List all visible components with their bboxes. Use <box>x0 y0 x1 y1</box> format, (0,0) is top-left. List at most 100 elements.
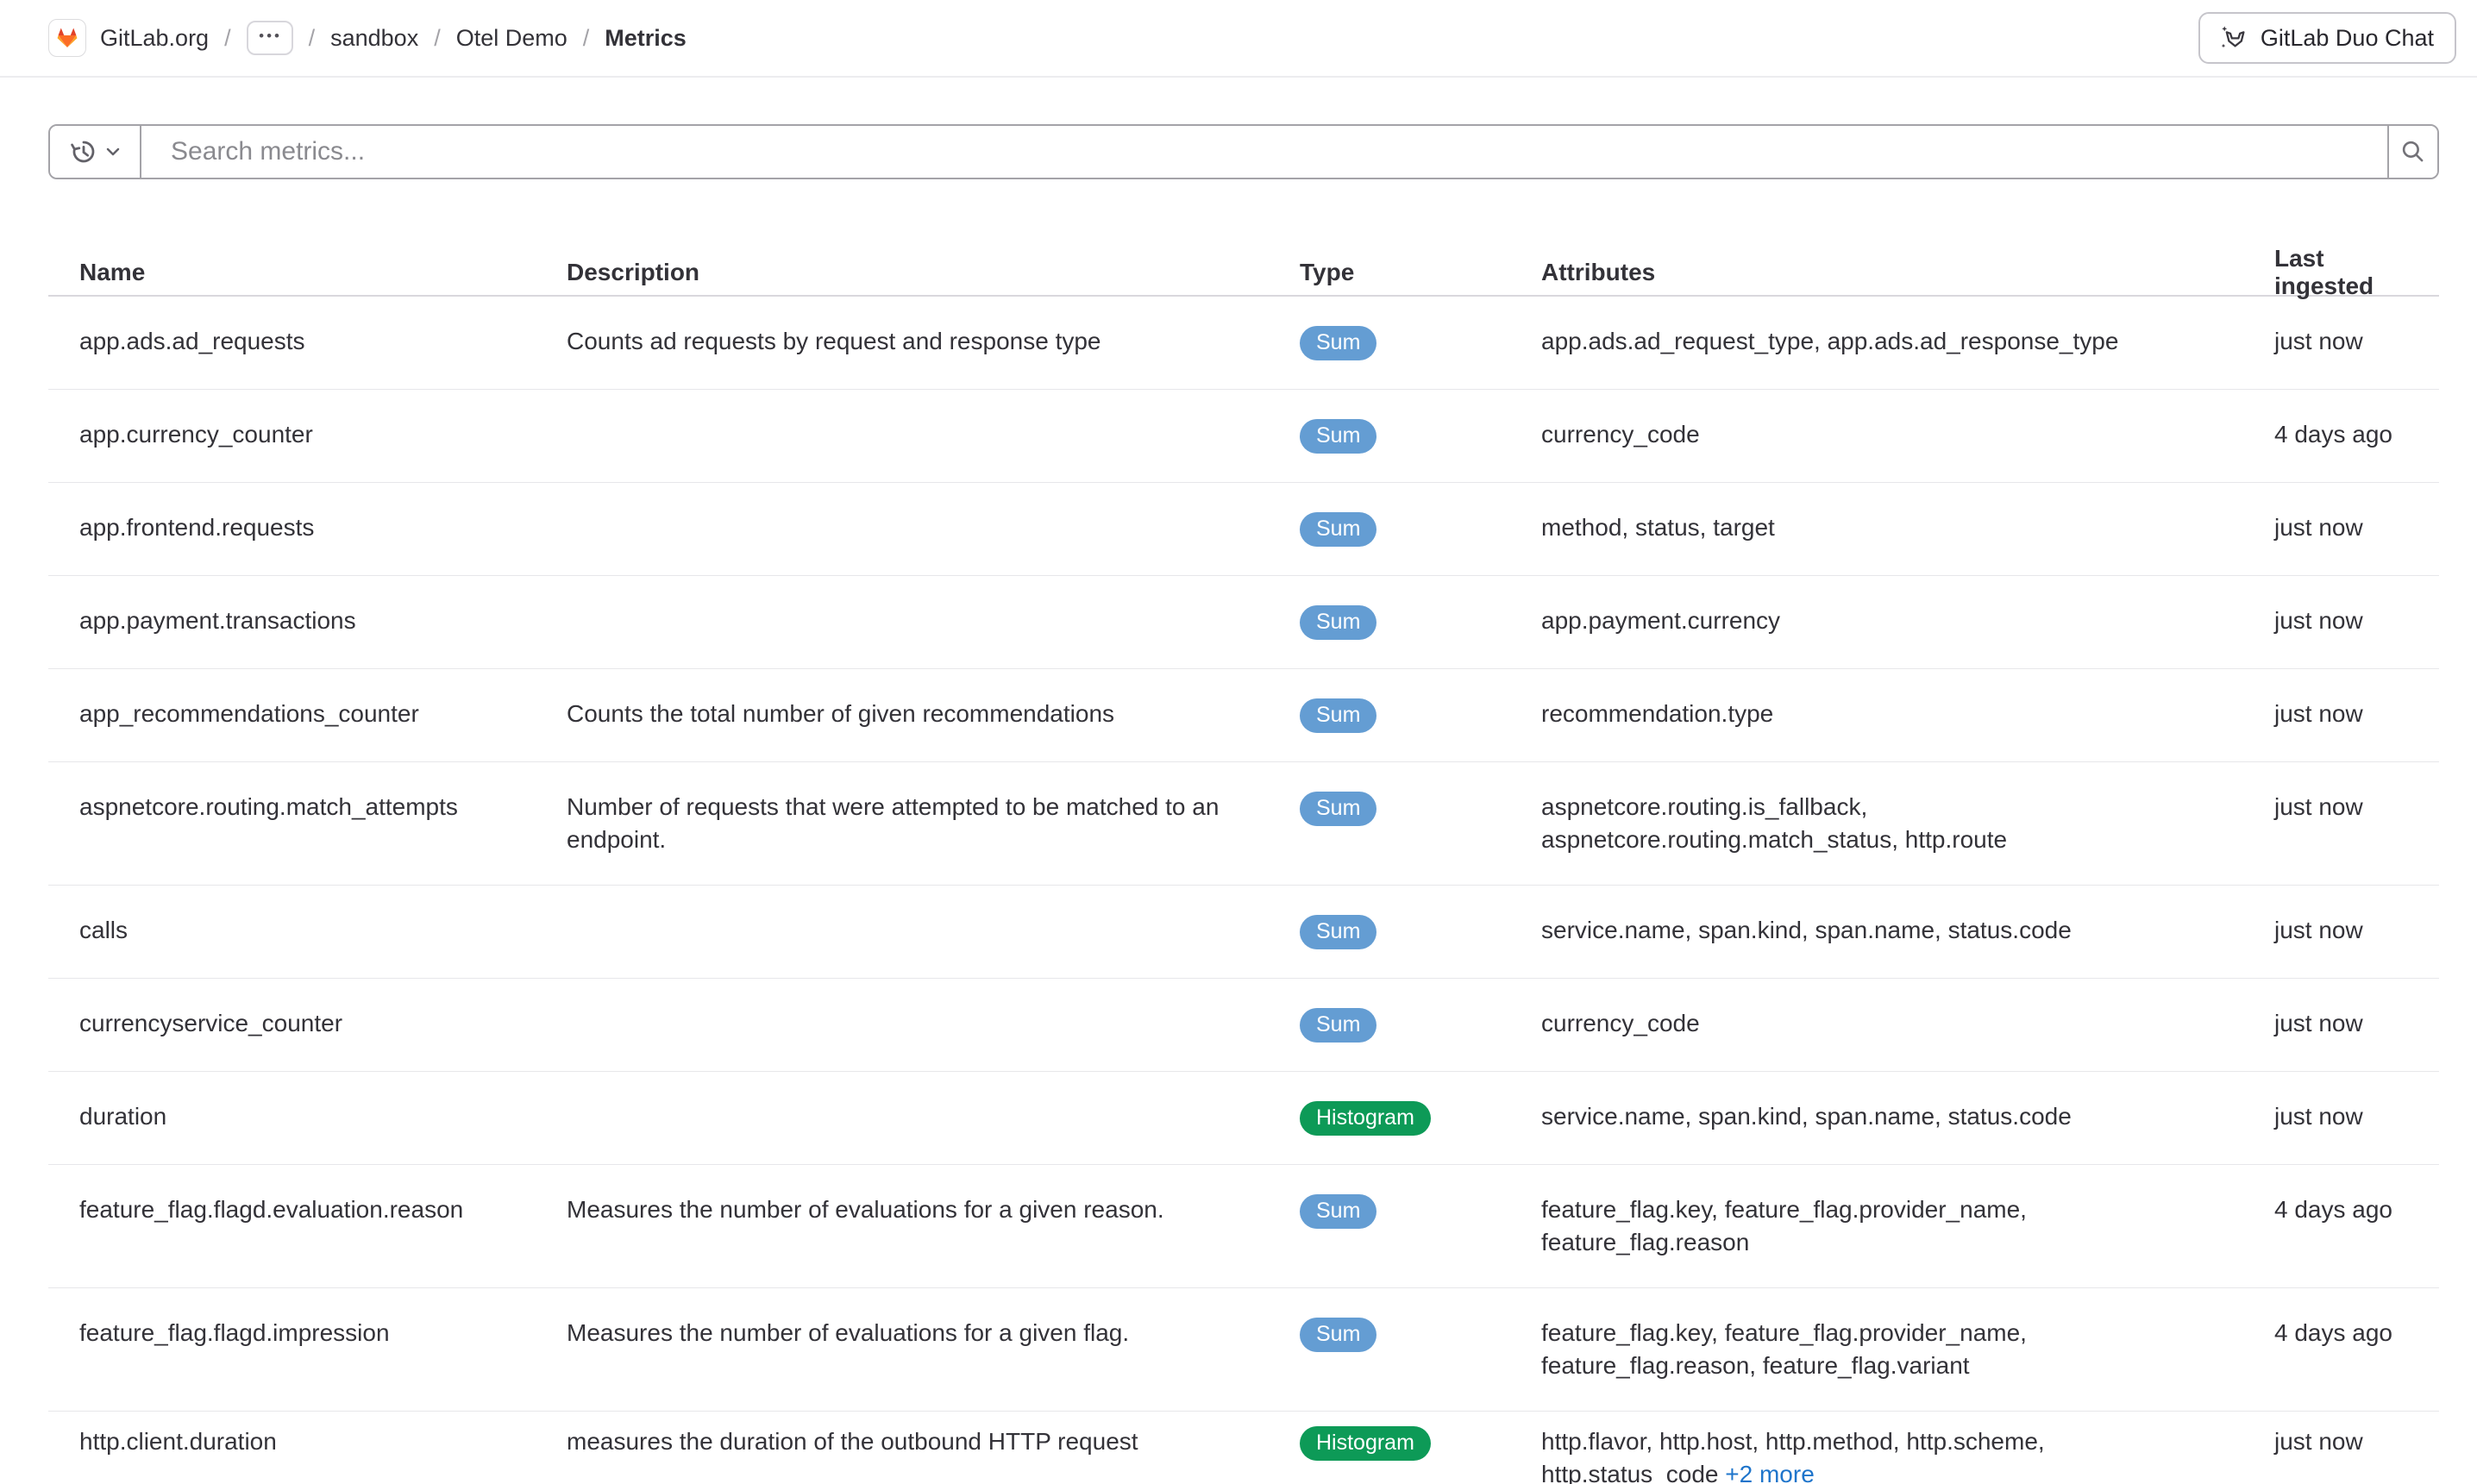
metric-name: app.ads.ad_requests <box>48 297 536 386</box>
metric-last-ingested: just now <box>2243 483 2439 573</box>
metric-type-cell: Sum <box>1269 979 1510 1071</box>
metric-row[interactable]: feature_flag.flagd.evaluation.reasonMeas… <box>48 1165 2439 1288</box>
metric-type-cell: Sum <box>1269 576 1510 668</box>
metric-row[interactable]: app.frontend.requestsSummethod, status, … <box>48 483 2439 576</box>
metric-description <box>536 576 1269 633</box>
metric-description <box>536 483 1269 540</box>
metric-row[interactable]: currencyservice_counter Sum currency_code j… <box>48 979 2439 1072</box>
chevron-down-icon <box>106 147 120 157</box>
metric-type-cell: Histogram <box>1269 1412 1510 1484</box>
column-header-last-ingested: Last ingested <box>2243 245 2439 300</box>
column-header-type: Type <box>1269 259 1510 286</box>
metric-row[interactable]: feature_flag.flagd.impressionMeasures th… <box>48 1288 2439 1412</box>
metric-description <box>536 979 1269 1036</box>
search-submit-button[interactable] <box>2387 126 2437 178</box>
breadcrumb-item-otel-demo[interactable]: Otel Demo <box>456 25 568 52</box>
metric-attributes: recommendation.type <box>1541 700 1773 727</box>
metric-attributes-cell: currency_code <box>1510 979 2243 1068</box>
metric-type-badge: Histogram <box>1300 1426 1431 1461</box>
metric-attributes-cell: app.payment.currency <box>1510 576 2243 666</box>
metric-type-cell: Sum <box>1269 390 1510 482</box>
duo-chat-label: GitLab Duo Chat <box>2261 25 2434 52</box>
breadcrumb: GitLab.org / ••• / sandbox / Otel Demo /… <box>48 19 687 57</box>
metric-last-ingested: 4 days ago <box>2243 1165 2439 1255</box>
metric-attributes: service.name, span.kind, span.name, stat… <box>1541 1103 2072 1130</box>
metric-last-ingested: just now <box>2243 979 2439 1068</box>
top-bar: GitLab.org / ••• / sandbox / Otel Demo /… <box>0 0 2477 78</box>
metric-name: calls <box>48 886 536 975</box>
metric-row[interactable]: aspnetcore.routing.match_attemptsNumber … <box>48 762 2439 886</box>
metric-name: aspnetcore.routing.match_attempts <box>48 762 536 852</box>
metric-description: Number of requests that were attempted t… <box>536 762 1269 885</box>
metric-description: Measures the number of evaluations for a… <box>536 1288 1269 1378</box>
breadcrumb-current-page: Metrics <box>605 25 687 52</box>
metric-last-ingested: just now <box>2243 1072 2439 1162</box>
metric-type-badge: Sum <box>1300 915 1376 949</box>
metric-row[interactable]: http.client.durationmeasures the duratio… <box>48 1412 2439 1484</box>
metric-type-cell: Sum <box>1269 1288 1510 1381</box>
breadcrumb-separator: / <box>434 25 441 52</box>
metric-attributes-cell: app.ads.ad_request_type, app.ads.ad_resp… <box>1510 297 2243 386</box>
metric-attributes-cell: recommendation.type <box>1510 669 2243 759</box>
metric-attributes-cell: feature_flag.key, feature_flag.provider_… <box>1510 1165 2243 1287</box>
metric-attributes: feature_flag.key, feature_flag.provider_… <box>1541 1319 2027 1379</box>
metric-last-ingested: just now <box>2243 297 2439 386</box>
metric-type-badge: Sum <box>1300 605 1376 640</box>
metric-row[interactable]: app_recommendations_counterCounts the to… <box>48 669 2439 762</box>
metric-last-ingested: 4 days ago <box>2243 1288 2439 1378</box>
metric-attributes: feature_flag.key, feature_flag.provider_… <box>1541 1196 2027 1255</box>
gitlab-duo-chat-button[interactable]: GitLab Duo Chat <box>2198 12 2456 64</box>
metric-type-cell: Sum <box>1269 886 1510 978</box>
metric-attributes: currency_code <box>1541 1010 1700 1036</box>
metric-last-ingested: just now <box>2243 669 2439 759</box>
breadcrumb-ellipsis-button[interactable]: ••• <box>247 21 293 55</box>
metric-row[interactable]: duration Histogram service.name, span.kind… <box>48 1072 2439 1165</box>
breadcrumb-group-link[interactable]: GitLab.org <box>48 19 209 57</box>
metric-description <box>536 1072 1269 1129</box>
metric-type-cell: Sum <box>1269 297 1510 389</box>
metric-type-cell: Sum <box>1269 483 1510 575</box>
metric-type-cell: Sum <box>1269 669 1510 761</box>
metric-attributes-cell: feature_flag.key, feature_flag.provider_… <box>1510 1288 2243 1411</box>
metric-description <box>536 886 1269 942</box>
search-history-dropdown-button[interactable] <box>50 126 141 178</box>
breadcrumb-item-sandbox[interactable]: sandbox <box>330 25 418 52</box>
metric-name: http.client.duration <box>48 1412 536 1484</box>
metric-description: Counts the total number of given recomme… <box>536 669 1269 759</box>
tanuki-ai-icon <box>2221 24 2248 52</box>
metric-row[interactable]: app.payment.transactions Sum app.payment.c… <box>48 576 2439 669</box>
metric-last-ingested: just now <box>2243 1412 2439 1484</box>
metric-name: app_recommendations_counter <box>48 669 536 759</box>
metric-row[interactable]: calls Sum service.name, span.kind, span.na… <box>48 886 2439 979</box>
metric-attributes-cell: aspnetcore.routing.is_fallback, aspnetco… <box>1510 762 2243 885</box>
metric-description: Measures the number of evaluations for a… <box>536 1165 1269 1255</box>
metric-type-badge: Sum <box>1300 792 1376 826</box>
metric-attributes-cell: currency_code <box>1510 390 2243 479</box>
column-header-description: Description <box>536 259 1269 286</box>
metric-attributes: app.payment.currency <box>1541 607 1780 634</box>
search-input[interactable] <box>141 126 2387 178</box>
attributes-more-link[interactable]: +2 more <box>1725 1461 1815 1484</box>
metric-last-ingested: just now <box>2243 762 2439 852</box>
metrics-table: Name Description Type Attributes Last in… <box>48 245 2439 1484</box>
metrics-table-body: app.ads.ad_requestsCounts ad requests by… <box>48 297 2439 1484</box>
metric-name: duration <box>48 1072 536 1162</box>
metric-type-badge: Sum <box>1300 326 1376 360</box>
metric-type-badge: Sum <box>1300 419 1376 454</box>
metric-row[interactable]: app.ads.ad_requestsCounts ad requests by… <box>48 297 2439 390</box>
metric-name: feature_flag.flagd.evaluation.reason <box>48 1165 536 1255</box>
metric-name: app.payment.transactions <box>48 576 536 666</box>
metric-description: Counts ad requests by request and respon… <box>536 297 1269 386</box>
metric-attributes-cell: service.name, span.kind, span.name, stat… <box>1510 886 2243 975</box>
metric-name: currencyservice_counter <box>48 979 536 1068</box>
metric-attributes: app.ads.ad_request_type, app.ads.ad_resp… <box>1541 328 2118 354</box>
search-icon <box>2400 139 2426 165</box>
metric-type-badge: Histogram <box>1300 1101 1431 1136</box>
metric-type-badge: Sum <box>1300 512 1376 547</box>
metric-attributes: method, status, target <box>1541 514 1775 541</box>
metric-attributes-cell: service.name, span.kind, span.name, stat… <box>1510 1072 2243 1162</box>
metric-row[interactable]: app.currency_counterSumcurrency_code4 da… <box>48 390 2439 483</box>
metric-type-badge: Sum <box>1300 1318 1376 1352</box>
gitlab-tanuki-logo-icon <box>48 19 86 57</box>
metric-type-badge: Sum <box>1300 698 1376 733</box>
